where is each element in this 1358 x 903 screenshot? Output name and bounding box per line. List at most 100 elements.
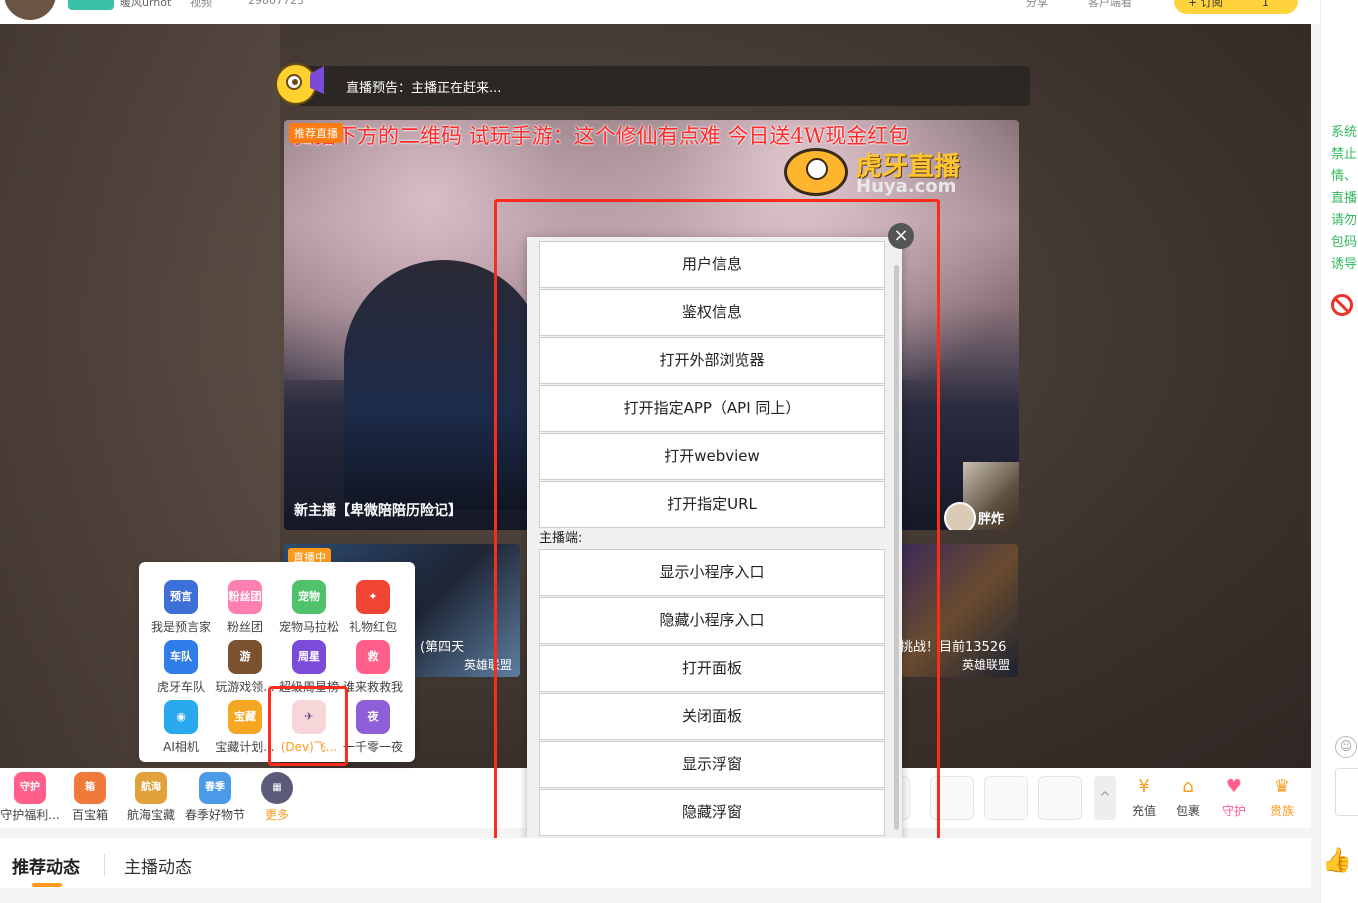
show-entry-button[interactable]: 显示小程序入口 <box>539 549 885 596</box>
app-label: 虎牙车队 <box>156 680 205 694</box>
action-label: 守护 <box>1221 804 1246 818</box>
guard-benefit-icon: 守护 <box>14 772 46 804</box>
highlight-box <box>268 686 348 766</box>
toolbar-item[interactable]: 箱 百宝箱 <box>66 772 114 823</box>
tab-indicator <box>32 883 62 887</box>
recharge-button[interactable]: ¥ 充值 <box>1122 774 1166 819</box>
subscribe-button[interactable]: + 订阅 1 <box>1174 0 1298 14</box>
notice-line: 诱导 <box>1331 257 1358 272</box>
app-item[interactable]: 救 谁来救救我 <box>339 640 407 696</box>
camera-icon: ◉ <box>164 700 198 734</box>
gift-slot[interactable] <box>1038 776 1082 820</box>
open-app-button[interactable]: 打开指定APP（API 同上） <box>539 385 885 432</box>
toolbar-item-label: 守护福利... <box>0 808 60 822</box>
share-button[interactable]: 分享 <box>1026 0 1048 10</box>
app-label: 粉丝团 <box>226 620 263 634</box>
package-icon: ⌂ <box>1182 776 1194 797</box>
notice-line: 禁止 <box>1331 147 1358 162</box>
side-avatar[interactable] <box>944 502 976 530</box>
notice-line: 请勿 <box>1331 213 1358 228</box>
tab-streamer[interactable]: 主播动态 <box>124 853 192 878</box>
chat-pane: 系统 禁止 情、 直播 请勿 包码 诱导 ☺ <box>1320 0 1358 903</box>
video-link[interactable]: 视频 <box>190 0 212 10</box>
thumbnail-game: 英雄联盟 <box>962 658 1011 672</box>
streamer-name[interactable]: 暖风urhot <box>120 0 171 10</box>
fan-club-icon: 粉丝团 <box>228 580 262 614</box>
toolbar-item-label: 百宝箱 <box>71 808 108 822</box>
rescue-icon: 救 <box>356 640 390 674</box>
app-item[interactable]: 车队 虎牙车队 <box>147 640 215 696</box>
app-label: 一千零一夜 <box>342 740 403 754</box>
close-panel-button[interactable]: 关闭面板 <box>539 693 885 740</box>
show-float-button[interactable]: 显示浮窗 <box>539 741 885 788</box>
room-id: 29807723 <box>248 0 304 7</box>
noble-icon: ♛ <box>1273 776 1291 797</box>
recharge-icon: ¥ <box>1138 776 1150 797</box>
action-label: 贵族 <box>1269 804 1294 818</box>
treasure-plan-icon: 宝藏 <box>228 700 262 734</box>
open-webview-button[interactable]: 打开webview <box>539 433 885 480</box>
noble-button[interactable]: ♛ 贵族 <box>1260 774 1304 819</box>
app-item[interactable]: ✦ 礼物红包 <box>339 580 407 636</box>
tab-recommend[interactable]: 推荐动态 <box>12 853 80 878</box>
auth-info-button[interactable]: 鉴权信息 <box>539 289 885 336</box>
app-item[interactable]: 预言 我是预言家 <box>147 580 215 636</box>
emoji-icon[interactable]: ☺ <box>1335 736 1357 758</box>
scrollbar[interactable] <box>894 265 899 830</box>
gift-slot[interactable] <box>984 776 1028 820</box>
hide-entry-button[interactable]: 隐藏小程序入口 <box>539 597 885 644</box>
spring-festival-icon: 春季 <box>199 772 231 804</box>
system-notice: 系统 禁止 情、 直播 请勿 包码 诱导 <box>1331 122 1358 276</box>
more-button[interactable]: ▦ 更多 <box>258 772 296 823</box>
huya-logo: 虎牙直播 Huya.com <box>784 144 984 200</box>
video-card-title: 新主播【卑微陪陪历险记】 <box>294 503 462 519</box>
app-item[interactable]: 夜 一千零一夜 <box>339 700 407 756</box>
game-reward-icon: 游 <box>228 640 262 674</box>
huya-logo-eye <box>806 158 828 180</box>
open-url-button[interactable]: 打开指定URL <box>539 481 885 528</box>
voyage-treasure-icon: 航海 <box>135 772 167 804</box>
toolbar-item-label: 春季好物节 <box>184 808 245 822</box>
menu-list: 用户信息 鉴权信息 打开外部浏览器 打开指定APP（API 同上） 打开webv… <box>539 241 885 837</box>
subscribe-label: + 订阅 <box>1188 0 1223 9</box>
app-label: 礼物红包 <box>348 620 397 634</box>
open-panel-button[interactable]: 打开面板 <box>539 645 885 692</box>
toolbar-item-label: 航海宝藏 <box>126 808 175 822</box>
notice-line: 直播 <box>1331 191 1358 206</box>
guard-icon: ♥ <box>1225 776 1243 797</box>
toolbar-item[interactable]: 守护 守护福利... <box>0 772 60 823</box>
hide-float-button[interactable]: 隐藏浮窗 <box>539 789 885 836</box>
app-label: 我是预言家 <box>150 620 211 634</box>
streamer-avatar[interactable] <box>4 0 56 20</box>
toolbar-item[interactable]: 春季 春季好物节 <box>184 772 246 823</box>
pet-marathon-icon: 宠物 <box>292 580 326 614</box>
chat-input[interactable] <box>1335 768 1358 816</box>
ban-icon[interactable] <box>1331 294 1353 316</box>
toolbar-item-label: 更多 <box>264 808 289 822</box>
open-browser-button[interactable]: 打开外部浏览器 <box>539 337 885 384</box>
client-watch-button[interactable]: 客户端看 <box>1088 0 1132 10</box>
debug-menu-panel: 用户信息 鉴权信息 打开外部浏览器 打开指定APP（API 同上） 打开webv… <box>527 237 902 838</box>
app-label: AI相机 <box>163 740 199 754</box>
toolbar-item[interactable]: 航海 航海宝藏 <box>124 772 178 823</box>
user-info-button[interactable]: 用户信息 <box>539 241 885 288</box>
app-label: 谁来救救我 <box>342 680 403 694</box>
red-envelope-icon: ✦ <box>356 580 390 614</box>
thumbnail-caption: (第四天 <box>420 640 465 655</box>
guard-button[interactable]: ♥ 守护 <box>1212 774 1256 819</box>
live-preview-banner: 直播预告：主播正在赶来... <box>298 66 1030 106</box>
treasure-box-icon: 箱 <box>74 772 106 804</box>
collapse-gifts-button[interactable]: ^ <box>1094 776 1116 820</box>
package-button[interactable]: ⌂ 包裹 <box>1166 774 1210 819</box>
action-label: 充值 <box>1131 804 1156 818</box>
thumbs-up-icon[interactable]: 👍 <box>1322 846 1352 874</box>
notice-line: 包码 <box>1331 235 1358 250</box>
app-item[interactable]: ◉ AI相机 <box>147 700 215 756</box>
app-item[interactable]: 粉丝团 粉丝团 <box>211 580 279 636</box>
close-icon[interactable]: × <box>888 223 914 249</box>
huya-mascot-icon <box>275 63 324 105</box>
level-badge <box>68 0 114 10</box>
app-label: 宠物马拉松 <box>278 620 339 634</box>
app-item[interactable]: 宠物 宠物马拉松 <box>275 580 343 636</box>
feed-tabs: 推荐动态 主播动态 <box>0 838 1311 888</box>
